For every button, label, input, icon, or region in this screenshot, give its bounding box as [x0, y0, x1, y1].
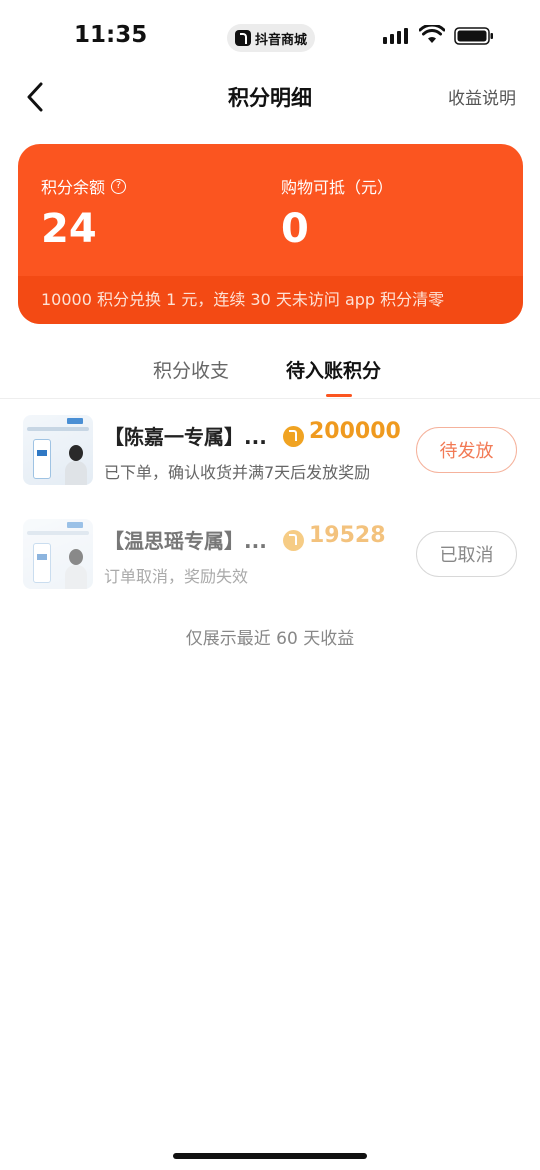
help-icon[interactable]: ? [111, 178, 127, 194]
list-item[interactable]: 【温思瑶专属】... 19528 订单取消，奖励失效 已取消 [0, 519, 540, 609]
balance-value: 24 [41, 206, 97, 252]
active-tab-indicator [326, 394, 352, 397]
app-pill-label: 抖音商城 [255, 32, 308, 48]
footer-note: 仅展示最近 60 天收益 [185, 629, 355, 649]
tab-points-income-expense[interactable]: 积分收支 [153, 356, 229, 383]
status-bar: 11:35 抖音商城 [0, 0, 540, 70]
tab-bar: 积分收支 待入账积分 [0, 356, 540, 398]
coin-icon [283, 426, 304, 447]
balance-block: 积分余额 ? 24 [41, 174, 127, 252]
status-time: 11:35 [74, 22, 148, 48]
points-detail-page: 11:35 抖音商城 积分明细 收益说明 积分余额 ? 24 购物可抵（元） 0… [0, 0, 540, 1170]
battery-icon [454, 27, 493, 45]
item-description: 订单取消，奖励失效 [104, 567, 249, 586]
product-thumbnail [23, 415, 93, 485]
coin-icon [283, 530, 304, 551]
deduct-block: 购物可抵（元） 0 [281, 174, 393, 252]
list-item[interactable]: 【陈嘉一专属】... 200000 已下单，确认收货并满7天后发放奖励 待发放 [0, 415, 540, 505]
item-points: 200000 [309, 419, 401, 444]
deduct-value: 0 [281, 206, 309, 252]
balance-label: 积分余额 [41, 178, 106, 197]
card-footer-note: 10000 积分兑换 1 元，连续 30 天未访问 app 积分清零 [18, 276, 523, 324]
home-indicator[interactable] [173, 1153, 367, 1159]
item-title: 【温思瑶专属】... [104, 529, 267, 553]
item-description: 已下单，确认收货并满7天后发放奖励 [104, 463, 371, 482]
product-thumbnail [23, 519, 93, 589]
divider [0, 398, 540, 399]
deduct-label: 购物可抵（元） [281, 178, 394, 197]
item-points: 19528 [309, 523, 386, 548]
status-button-cancelled[interactable]: 已取消 [416, 531, 517, 577]
douyin-logo-icon [235, 30, 251, 46]
wifi-icon [419, 25, 445, 43]
nav-bar: 积分明细 收益说明 [0, 70, 540, 126]
tab-pending-points[interactable]: 待入账积分 [286, 356, 381, 383]
status-button-pending[interactable]: 待发放 [416, 427, 517, 473]
points-summary-card: 积分余额 ? 24 购物可抵（元） 0 10000 积分兑换 1 元，连续 30… [18, 144, 523, 324]
earnings-explanation-link[interactable]: 收益说明 [448, 84, 516, 109]
app-return-pill[interactable]: 抖音商城 [227, 24, 315, 52]
signal-icon [383, 28, 408, 44]
item-title: 【陈嘉一专属】... [104, 425, 267, 449]
